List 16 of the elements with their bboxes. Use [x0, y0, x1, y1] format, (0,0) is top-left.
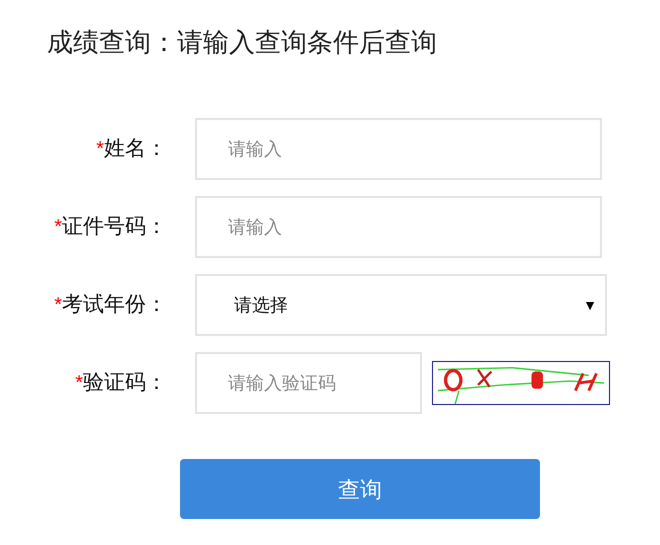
text-field[interactable]: 请输入: [195, 196, 602, 258]
text-field[interactable]: 请输入: [195, 118, 602, 180]
required-mark: *: [54, 295, 62, 315]
select-value: 请选择: [234, 294, 288, 316]
submit-button[interactable]: 查询: [180, 459, 540, 519]
field-label: 姓名：: [104, 136, 167, 162]
field-label: 证件号码：: [62, 214, 167, 240]
field-label: 验证码：: [83, 370, 167, 396]
required-mark: *: [75, 373, 83, 393]
select-field[interactable]: 请选择 ▼: [195, 274, 607, 336]
dropdown-arrow-icon: ▼: [583, 294, 597, 316]
captcha-field[interactable]: 请输入验证码: [195, 352, 422, 414]
field-label: 考试年份：: [62, 292, 167, 318]
required-mark: *: [96, 139, 104, 159]
page-title: 成绩查询：请输入查询条件后查询: [47, 26, 438, 59]
required-mark: *: [54, 217, 62, 237]
